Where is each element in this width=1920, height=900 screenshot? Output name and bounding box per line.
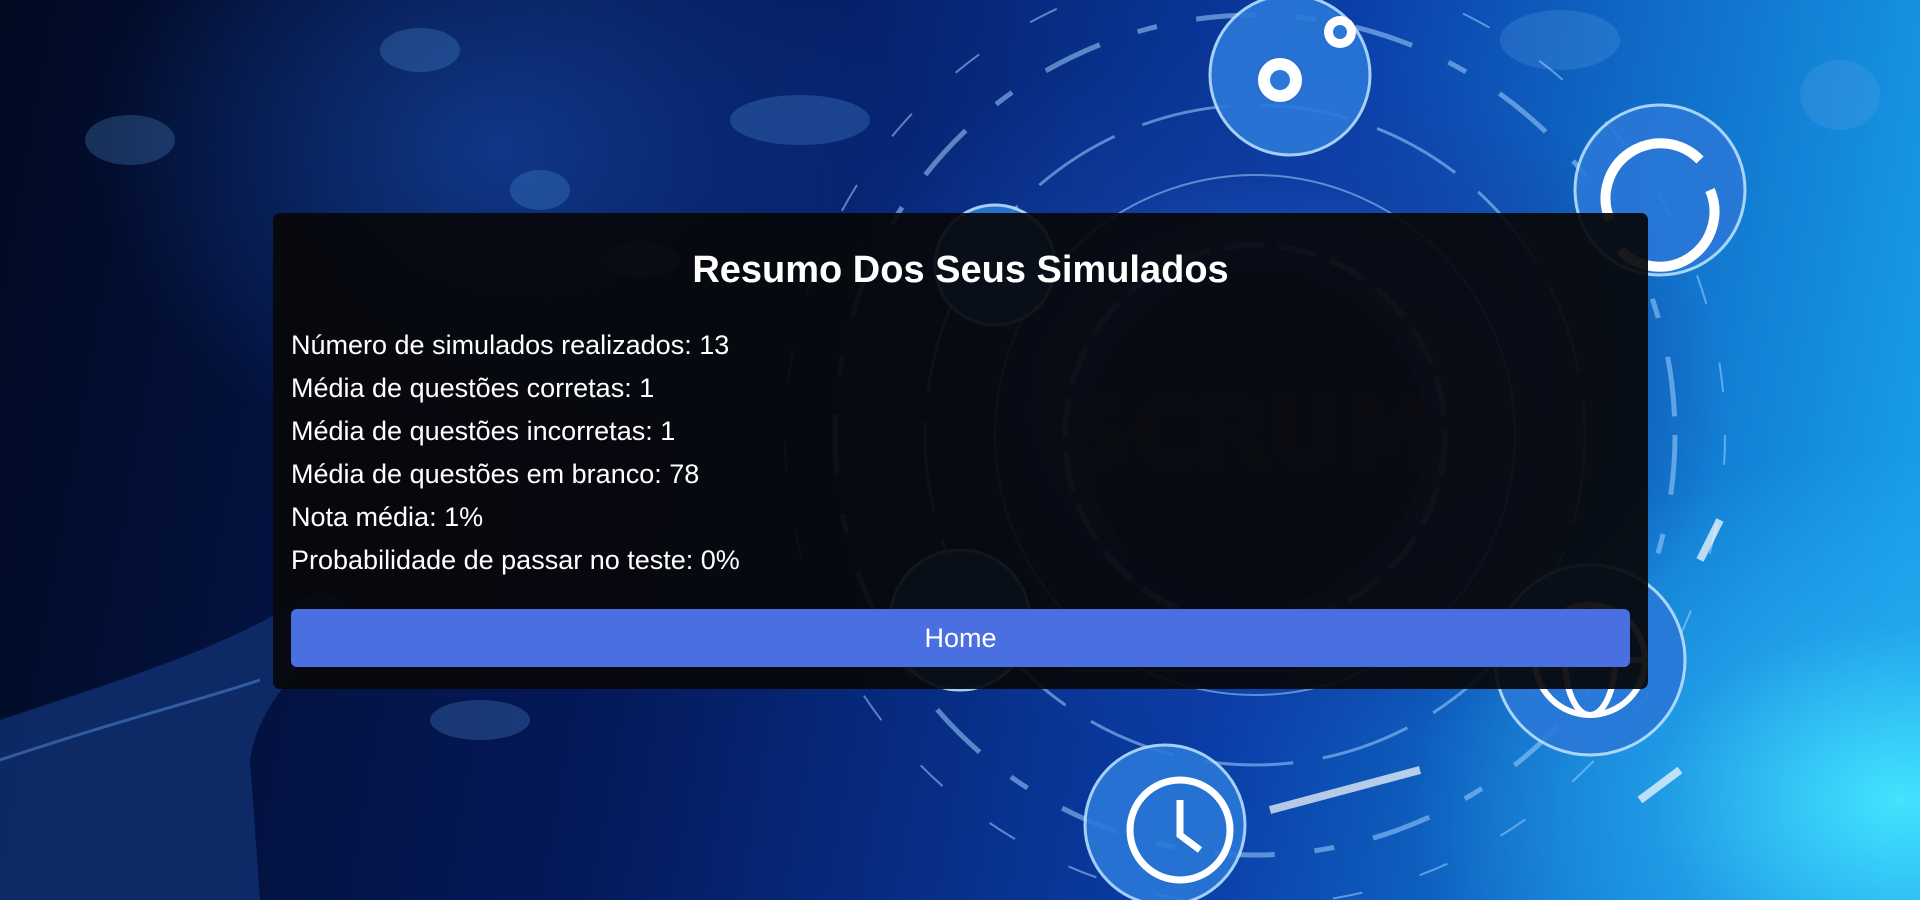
stats-list: Número de simulados realizados: 13 Média… [291, 324, 1630, 582]
stat-probabilidade-passar: Probabilidade de passar no teste: 0% [291, 545, 740, 575]
stat-nota-media: Nota média: 1% [291, 502, 484, 532]
stat-media-em-branco: Média de questões em branco: 78 [291, 459, 700, 489]
stat-media-corretas: Média de questões corretas: 1 [291, 373, 655, 403]
home-button[interactable]: Home [291, 609, 1630, 667]
summary-card: Resumo Dos Seus Simulados Número de simu… [273, 213, 1648, 689]
page-title: Resumo Dos Seus Simulados [692, 249, 1229, 291]
stat-media-incorretas: Média de questões incorretas: 1 [291, 416, 676, 446]
stat-simulados-realizados: Número de simulados realizados: 13 [291, 330, 730, 360]
